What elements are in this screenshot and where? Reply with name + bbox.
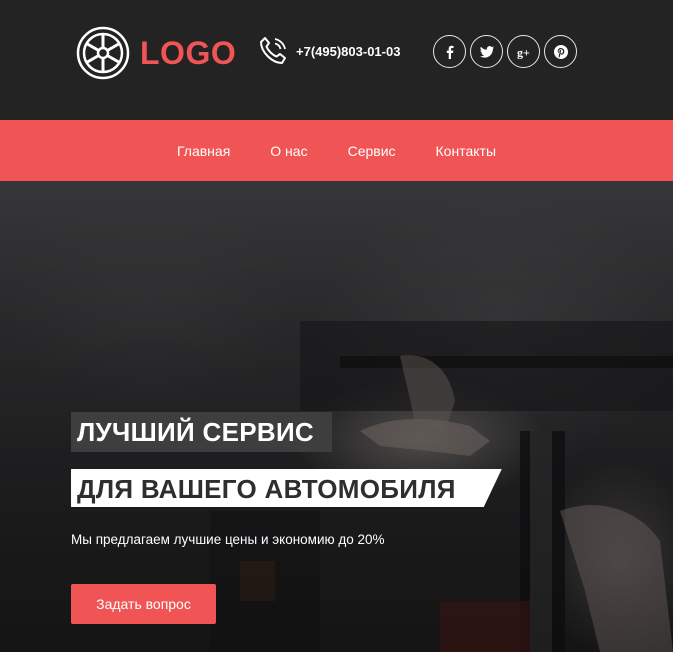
- nav-item-contacts[interactable]: Контакты: [436, 143, 496, 159]
- hero-banner: ЛУЧШИЙ СЕРВИС ДЛЯ ВАШЕГО АВТОМОБИЛЯ Мы п…: [0, 181, 673, 652]
- google-plus-button[interactable]: g+: [507, 35, 540, 68]
- ask-question-button[interactable]: Задать вопрос: [71, 584, 216, 624]
- nav-item-about[interactable]: О нас: [270, 143, 307, 159]
- hero-title-line-1: ЛУЧШИЙ СЕРВИС: [71, 412, 333, 452]
- wheel-icon: [76, 26, 130, 80]
- phone-contact[interactable]: +7(495)803-01-03: [256, 34, 400, 68]
- phone-icon: [260, 37, 286, 64]
- logo[interactable]: LOGO: [76, 26, 236, 80]
- hero-title-line-2: ДЛЯ ВАШЕГО АВТОМОБИЛЯ: [71, 469, 502, 507]
- main-nav: Главная О нас Сервис Контакты: [0, 120, 673, 181]
- nav-item-home[interactable]: Главная: [177, 143, 230, 159]
- google-plus-icon: g+: [517, 45, 530, 59]
- social-links: g+: [433, 35, 581, 68]
- facebook-button[interactable]: [433, 35, 466, 68]
- twitter-icon: [479, 45, 494, 58]
- pinterest-icon: [553, 44, 568, 59]
- facebook-icon: [446, 45, 453, 59]
- hero-subtitle: Мы предлагаем лучшие цены и экономию до …: [71, 532, 385, 547]
- phone-number: +7(495)803-01-03: [296, 43, 401, 59]
- nav-item-service[interactable]: Сервис: [348, 143, 396, 159]
- logo-text: LOGO: [140, 34, 237, 71]
- google-plus-label: g+: [517, 45, 530, 59]
- pinterest-button[interactable]: [544, 35, 577, 68]
- site-header: LOGO +7(495)803-01-03 g+: [0, 0, 673, 120]
- twitter-button[interactable]: [470, 35, 503, 68]
